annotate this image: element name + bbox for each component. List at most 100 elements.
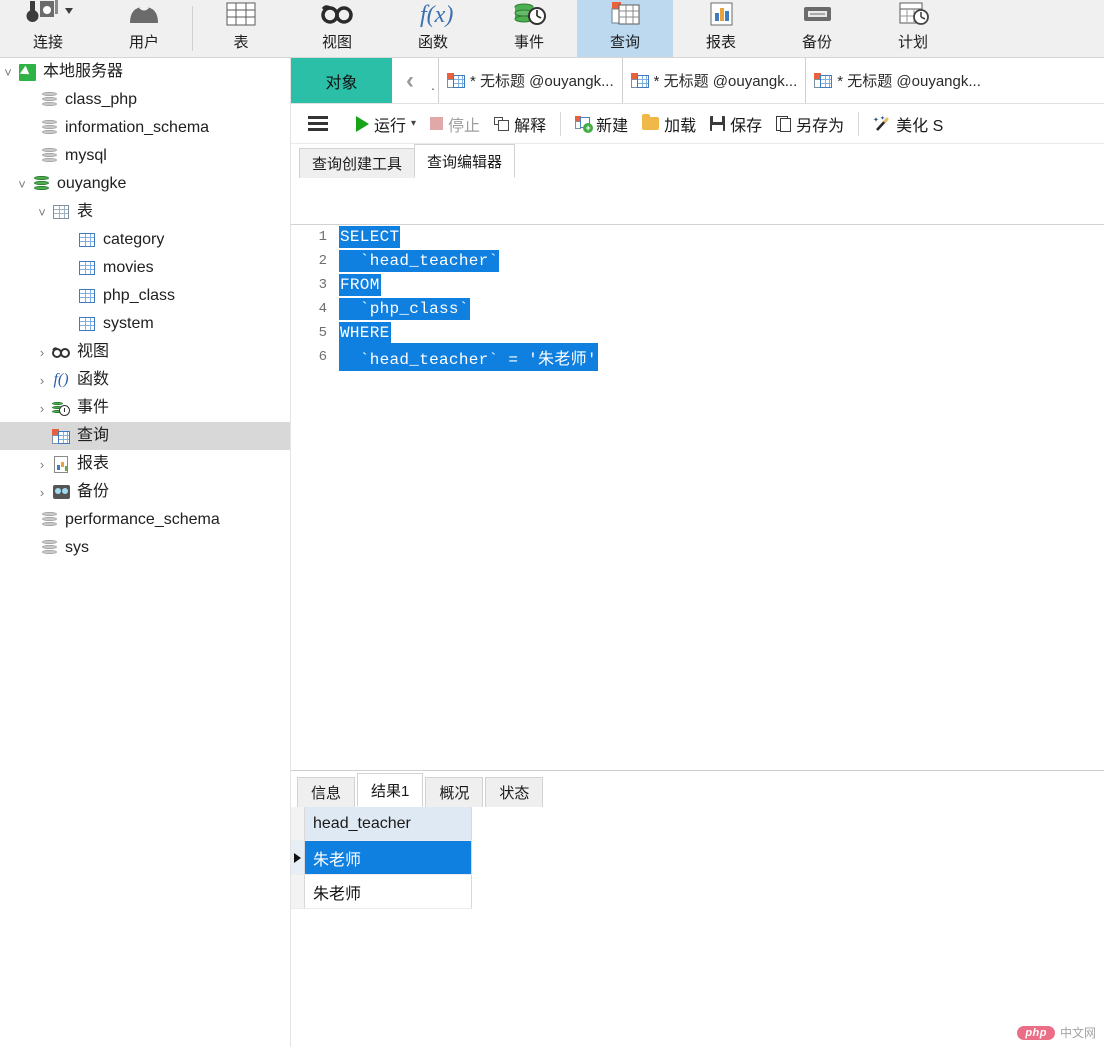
document-tab-label: * 无标题 @ouyangk...: [653, 73, 798, 90]
view-glasses-icon: [50, 346, 72, 358]
tab-info[interactable]: 信息: [297, 777, 356, 807]
ribbon-button-view[interactable]: 视图: [289, 0, 385, 57]
beautify-sql-label: 美化 S: [896, 117, 944, 135]
table-row[interactable]: 朱老师: [291, 841, 1104, 875]
stop-button[interactable]: 停止: [423, 109, 487, 139]
code-text[interactable]: FROM: [339, 274, 381, 296]
schedule-calendar-clock-icon: [890, 0, 936, 30]
code-line: 2 `head_teacher`: [291, 249, 1104, 273]
tree-node-table-category[interactable]: category: [0, 226, 290, 254]
document-tab[interactable]: * 无标题 @ouyangk...: [805, 58, 989, 103]
query-icon: [602, 0, 648, 30]
ribbon-button-report[interactable]: 报表: [673, 0, 769, 57]
twisty-collapsed-icon[interactable]: ›: [34, 345, 50, 360]
connection-icon: [22, 0, 74, 30]
tree-node-information-schema[interactable]: information_schema: [0, 114, 290, 142]
tree-node-local-server[interactable]: ˅ 本地服务器: [0, 58, 290, 86]
code-text[interactable]: `php_class`: [339, 298, 470, 320]
row-indicator[interactable]: [291, 875, 305, 909]
document-tab[interactable]: * 无标题 @ouyangk...: [438, 58, 622, 103]
toolbar-divider: [560, 111, 562, 136]
ribbon-button-schedule[interactable]: 计划: [865, 0, 961, 57]
explain-button[interactable]: 解释: [487, 109, 553, 139]
code-text[interactable]: SELECT: [339, 226, 401, 248]
tree-node-functions-folder[interactable]: › f() 函数: [0, 366, 290, 394]
tab-result1-label: 结果1: [371, 782, 410, 800]
new-button[interactable]: + 新建: [568, 109, 635, 139]
tree-node-table-movies[interactable]: movies: [0, 254, 290, 282]
result-grid[interactable]: head_teacher 朱老师 朱老师: [291, 807, 1104, 909]
sql-editor[interactable]: 1 SELECT 2 `head_teacher` 3 FROM 4 `php_…: [291, 224, 1104, 770]
tab-query-editor-label: 查询编辑器: [427, 153, 503, 171]
twisty-collapsed-icon[interactable]: ›: [34, 373, 50, 388]
run-button[interactable]: 运行 ▾: [349, 109, 423, 139]
tab-result1[interactable]: 结果1: [357, 773, 424, 807]
table-cell[interactable]: 朱老师: [305, 875, 472, 909]
row-indicator[interactable]: [291, 841, 305, 875]
load-button-label: 加载: [664, 117, 697, 135]
table-cell[interactable]: 朱老师: [305, 841, 472, 875]
ribbon-label: 事件: [513, 34, 544, 51]
tree-node-ouyangke[interactable]: ˅ ouyangke: [0, 170, 290, 198]
twisty-expanded-icon[interactable]: ˅: [34, 205, 50, 220]
code-text[interactable]: WHERE: [339, 322, 391, 344]
app-window: 连接 用户 表 视图 f(x) 函数 事件 查询 报表 备份 计划 ˅ 本地服务…: [0, 0, 1104, 1047]
code-text[interactable]: `head_teacher` = '朱老师': [339, 343, 598, 371]
database-icon: [38, 148, 60, 164]
table-blue-icon: [76, 317, 98, 331]
tab-status-label: 状态: [499, 785, 530, 802]
tree-node-label: 备份: [77, 483, 110, 500]
chevron-left-icon: ‹: [406, 66, 414, 94]
tree-node-performance-schema[interactable]: performance_schema: [0, 506, 290, 534]
ribbon-button-table[interactable]: 表: [193, 0, 289, 57]
twisty-collapsed-icon[interactable]: ›: [34, 401, 50, 416]
tab-status[interactable]: 状态: [485, 777, 544, 807]
ribbon-button-function[interactable]: f(x) 函数: [385, 0, 481, 57]
tree-node-label: 表: [77, 203, 94, 220]
tree-node-table-system[interactable]: system: [0, 310, 290, 338]
tree-node-views-folder[interactable]: › 视图: [0, 338, 290, 366]
tab-scroll-prev-button[interactable]: ‹: [392, 58, 428, 103]
tab-query-editor[interactable]: 查询编辑器: [414, 144, 516, 178]
database-icon: [38, 512, 60, 528]
tree-node-queries-folder[interactable]: 查询: [0, 422, 290, 450]
document-tab[interactable]: * 无标题 @ouyangk...: [621, 58, 806, 103]
tree-node-sys[interactable]: sys: [0, 534, 290, 562]
beautify-sql-button[interactable]: ✦ ✦ 美化 S: [866, 109, 950, 139]
svg-text:✦: ✦: [873, 116, 879, 124]
tree-node-table-php-class[interactable]: php_class: [0, 282, 290, 310]
tree-node-class-php[interactable]: class_php: [0, 86, 290, 114]
ribbon-button-connection[interactable]: 连接: [0, 0, 96, 57]
editor-subtabs: 查询创建工具 查询编辑器: [291, 144, 1104, 178]
column-header-head-teacher[interactable]: head_teacher: [305, 807, 472, 841]
tree-node-label: information_schema: [65, 119, 210, 136]
save-as-button[interactable]: 另存为: [769, 109, 851, 139]
tab-objects[interactable]: 对象: [291, 58, 392, 103]
tree-node-events-folder[interactable]: › 事件: [0, 394, 290, 422]
twisty-expanded-icon[interactable]: ˅: [0, 65, 16, 80]
table-row[interactable]: 朱老师: [291, 875, 1104, 909]
load-button[interactable]: 加载: [635, 109, 703, 139]
table-blue-icon: [76, 261, 98, 275]
ribbon-label: 函数: [417, 34, 448, 51]
twisty-expanded-icon[interactable]: ˅: [14, 177, 30, 192]
ribbon-button-backup[interactable]: 备份: [769, 0, 865, 57]
ribbon-button-query[interactable]: 查询: [577, 0, 673, 57]
tree-node-reports-folder[interactable]: › 报表: [0, 450, 290, 478]
twisty-collapsed-icon[interactable]: ›: [34, 457, 50, 472]
code-text[interactable]: `head_teacher`: [339, 250, 500, 272]
hamburger-menu-icon[interactable]: [301, 116, 335, 131]
ribbon-button-user[interactable]: 用户: [96, 0, 192, 57]
tab-profile[interactable]: 概况: [425, 777, 484, 807]
tree-node-tables-folder[interactable]: ˅ 表: [0, 198, 290, 226]
tree-node-backups-folder[interactable]: › 备份: [0, 478, 290, 506]
tree-node-mysql[interactable]: mysql: [0, 142, 290, 170]
run-button-label: 运行: [374, 117, 407, 135]
document-tab-label: * 无标题 @ouyangk...: [837, 73, 981, 90]
twisty-collapsed-icon[interactable]: ›: [34, 485, 50, 500]
object-tree-sidebar[interactable]: ˅ 本地服务器 class_php information_schema mys…: [0, 58, 291, 1047]
tab-query-builder[interactable]: 查询创建工具: [299, 148, 416, 178]
chevron-down-icon[interactable]: ▾: [411, 118, 416, 129]
ribbon-button-event[interactable]: 事件: [481, 0, 577, 57]
save-button[interactable]: 保存: [703, 109, 769, 139]
